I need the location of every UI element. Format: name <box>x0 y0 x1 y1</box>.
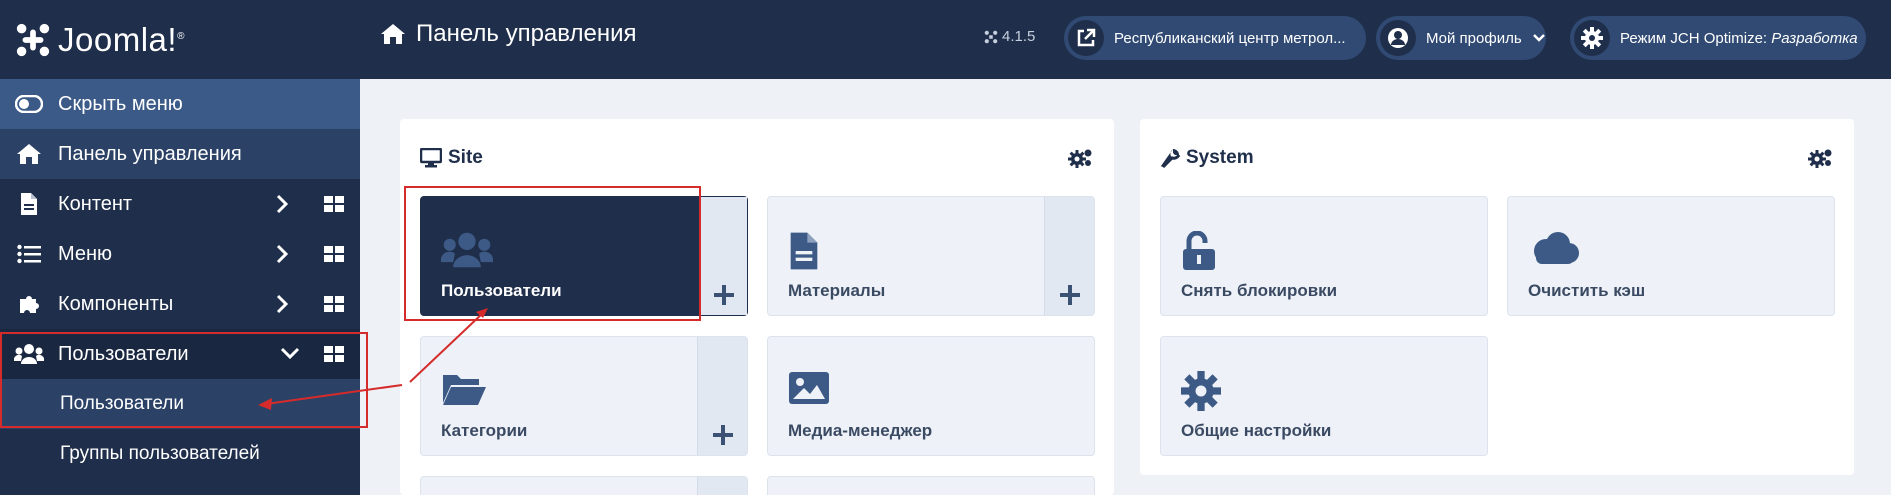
annotation-arrows <box>258 308 488 410</box>
arrow-to-tile <box>409 308 488 383</box>
arrow-to-submenu <box>258 384 403 410</box>
